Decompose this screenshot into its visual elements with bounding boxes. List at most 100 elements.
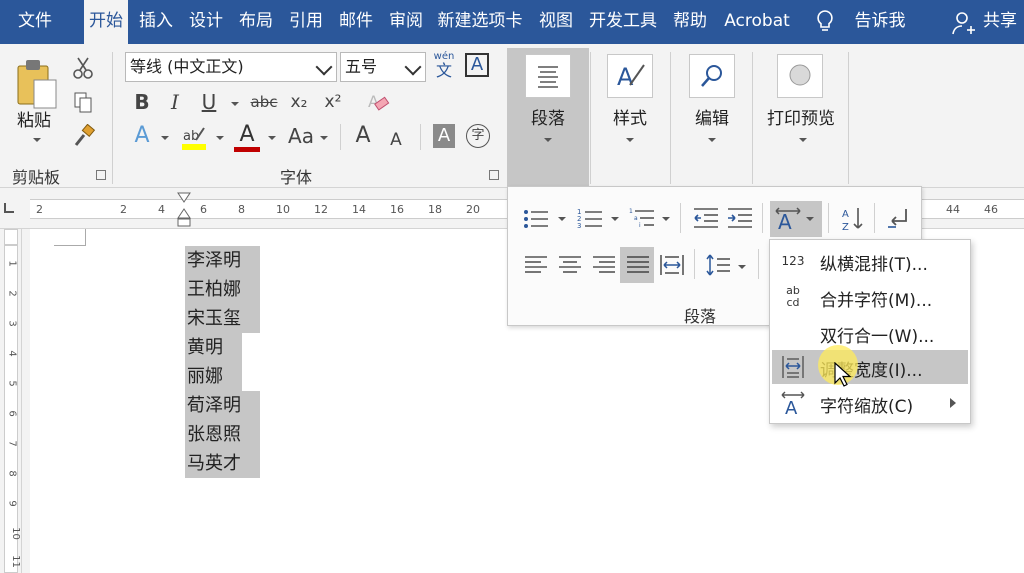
print-preview-label[interactable]: 打印预览 — [760, 104, 842, 129]
justify-icon[interactable] — [624, 251, 652, 279]
font-size-combobox[interactable]: 五号 — [340, 52, 426, 82]
align-center-icon[interactable] — [556, 251, 584, 279]
font-color-button[interactable]: A — [234, 124, 260, 152]
numbering-dropdown-caret[interactable] — [611, 217, 619, 221]
multilevel-list-icon[interactable]: 1ai — [628, 205, 656, 233]
tab-references[interactable]: 引用 — [284, 0, 328, 44]
shrink-font-button[interactable]: A — [387, 126, 405, 154]
clipboard-launcher-icon[interactable] — [96, 170, 106, 180]
list-item[interactable]: 李泽明 — [185, 246, 260, 275]
cut-icon[interactable] — [72, 56, 94, 80]
list-item[interactable]: 荀泽明 — [185, 391, 260, 420]
italic-button[interactable]: I — [164, 88, 186, 116]
share-button[interactable]: 共享 — [980, 0, 1020, 44]
ruler-number: 10 — [276, 203, 290, 216]
search-icon[interactable] — [689, 54, 735, 98]
ruler-number: 10 — [9, 527, 21, 540]
clear-formatting-icon[interactable]: A — [366, 90, 390, 114]
character-shading-button[interactable]: A — [433, 124, 455, 148]
superscript-button[interactable]: x² — [320, 88, 346, 116]
chevron-down-icon[interactable] — [315, 58, 333, 76]
character-border-button[interactable]: A — [465, 53, 489, 77]
decrease-indent-icon[interactable] — [692, 205, 720, 233]
tab-mailings[interactable]: 邮件 — [334, 0, 378, 44]
tab-layout[interactable]: 布局 — [234, 0, 278, 44]
menu-item-fit-text[interactable]: 调整宽度(I)... — [772, 350, 968, 384]
list-item[interactable]: 宋玉玺 — [185, 304, 260, 333]
multilevel-dropdown-caret[interactable] — [662, 217, 670, 221]
highlight-dropdown-caret[interactable] — [216, 136, 224, 140]
phonetic-guide-button[interactable]: wén 文 — [432, 52, 456, 82]
sort-icon[interactable]: AZ — [838, 205, 866, 233]
list-item[interactable]: 黄明 — [185, 333, 242, 362]
styles-icon[interactable]: A — [607, 54, 653, 98]
format-painter-icon[interactable] — [72, 123, 96, 148]
bullets-icon[interactable] — [522, 205, 550, 233]
tab-design[interactable]: 设计 — [184, 0, 228, 44]
ruler-scale[interactable]: 2 2 4 6 8 10 12 14 16 18 20 — [30, 199, 530, 219]
paste-label[interactable]: 粘贴 — [14, 106, 54, 131]
tab-review[interactable]: 审阅 — [384, 0, 428, 44]
menu-item-two-lines-in-one[interactable]: 双行合一(W)... — [772, 316, 968, 350]
text-effects-button[interactable]: A — [130, 122, 154, 150]
line-spacing-dropdown-caret[interactable] — [738, 265, 746, 269]
styles-label[interactable]: 样式 — [605, 104, 655, 129]
tab-new-tab[interactable]: 新建选项卡 — [432, 0, 528, 44]
tab-developer[interactable]: 开发工具 — [584, 0, 662, 44]
tell-me-search[interactable]: 告诉我 — [850, 0, 910, 44]
bold-button[interactable]: B — [130, 88, 154, 116]
underline-dropdown-caret[interactable] — [231, 102, 239, 106]
menu-item-vertical-in-horizontal[interactable]: 123 纵横混排(T)... — [772, 244, 968, 278]
change-case-button[interactable]: Aa — [286, 122, 316, 150]
numbering-icon[interactable]: 123 — [576, 205, 604, 233]
underline-button[interactable]: U — [197, 88, 221, 116]
tab-view[interactable]: 视图 — [534, 0, 578, 44]
strikethrough-button[interactable]: abc — [249, 88, 279, 116]
tab-selector-icon[interactable] — [4, 203, 14, 213]
asian-layout-dropdown-caret[interactable] — [806, 217, 814, 221]
list-item[interactable]: 王柏娜 — [185, 275, 260, 304]
styles-dropdown-caret[interactable] — [626, 138, 634, 142]
text-effects-dropdown-caret[interactable] — [161, 136, 169, 140]
paste-dropdown-caret[interactable] — [33, 138, 41, 142]
ruler-scale-right[interactable]: 44 46 — [922, 199, 1024, 219]
highlight-color-icon[interactable]: ab — [180, 124, 208, 152]
copy-icon[interactable] — [72, 90, 94, 114]
font-launcher-icon[interactable] — [489, 170, 499, 180]
editing-label[interactable]: 编辑 — [687, 104, 737, 129]
svg-text:A: A — [842, 209, 849, 220]
indent-marker-icon[interactable] — [176, 192, 192, 228]
person-icon — [950, 10, 976, 36]
tab-help[interactable]: 帮助 — [668, 0, 712, 44]
menu-item-combine-characters[interactable]: ab cd 合并字符(M)... — [772, 280, 968, 314]
lightbulb-icon[interactable] — [812, 8, 838, 36]
font-name-combobox[interactable]: 等线 (中文正文) — [125, 52, 337, 82]
align-left-icon[interactable] — [522, 251, 550, 279]
editing-dropdown-caret[interactable] — [708, 138, 716, 142]
align-right-icon[interactable] — [590, 251, 618, 279]
separator — [670, 52, 671, 184]
increase-indent-icon[interactable] — [726, 205, 754, 233]
bullets-dropdown-caret[interactable] — [558, 217, 566, 221]
chevron-down-icon[interactable] — [404, 58, 422, 76]
list-item[interactable]: 张恩照 — [185, 420, 260, 449]
subscript-button[interactable]: x₂ — [286, 88, 312, 116]
list-item[interactable]: 马英才 — [185, 449, 260, 478]
print-preview-icon[interactable] — [777, 54, 823, 98]
enclose-characters-button[interactable]: 字 — [466, 124, 490, 148]
ruler-scale-vertical[interactable]: 1 2 3 4 5 6 7 8 9 10 11 — [4, 245, 21, 573]
print-preview-dropdown-caret[interactable] — [799, 138, 807, 142]
asian-layout-icon[interactable]: A — [774, 205, 802, 234]
font-color-dropdown-caret[interactable] — [268, 136, 276, 140]
line-spacing-icon[interactable] — [704, 251, 732, 279]
tab-insert[interactable]: 插入 — [134, 0, 178, 44]
show-marks-icon[interactable] — [884, 205, 912, 233]
tab-acrobat[interactable]: Acrobat — [718, 0, 796, 44]
tab-file[interactable]: 文件 — [0, 0, 70, 44]
change-case-dropdown-caret[interactable] — [320, 136, 328, 140]
menu-item-character-scaling[interactable]: A 字符缩放(C) — [772, 386, 968, 420]
list-item[interactable]: 丽娜 — [185, 362, 242, 391]
tab-home[interactable]: 开始 — [84, 0, 128, 44]
grow-font-button[interactable]: A — [352, 122, 374, 150]
distributed-icon[interactable] — [658, 251, 686, 279]
